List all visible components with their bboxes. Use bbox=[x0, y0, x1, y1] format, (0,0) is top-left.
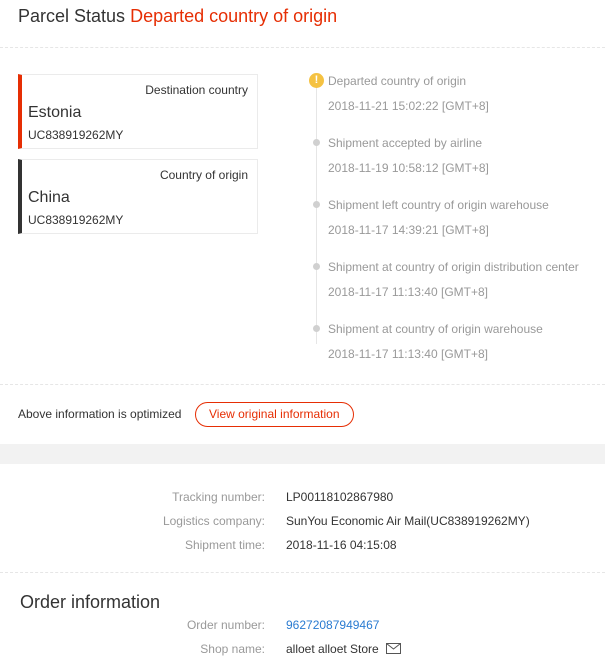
parcel-status-header: Parcel Status Departed country of origin bbox=[0, 0, 605, 48]
section-separator bbox=[0, 444, 605, 464]
timeline-event-title: Shipment left country of origin warehous… bbox=[328, 198, 549, 212]
timeline-event-title: Shipment at country of origin warehouse bbox=[328, 322, 543, 336]
logistics-company-value: SunYou Economic Air Mail(UC838919262MY) bbox=[286, 514, 530, 528]
destination-country-label: Destination country bbox=[145, 83, 248, 97]
destination-tracking-code: UC838919262MY bbox=[28, 128, 124, 142]
order-number-label: Order number: bbox=[186, 618, 265, 632]
timeline-event-title: Shipment accepted by airline bbox=[328, 136, 483, 150]
shop-name-group: alloet alloet Store bbox=[286, 642, 402, 657]
timeline-event-title: Shipment at country of origin distributi… bbox=[328, 260, 579, 274]
tracking-number-row: Tracking number: LP00118102867980 bbox=[0, 490, 605, 510]
shop-name-label: Shop name: bbox=[200, 642, 265, 656]
timeline-event-time: 2018-11-19 10:58:12 [GMT+8] bbox=[328, 161, 489, 175]
order-number-row: Order number: 96272087949467 bbox=[0, 618, 605, 638]
timeline-event: Shipment at country of origin distributi… bbox=[308, 256, 598, 306]
origin-country-label: Country of origin bbox=[159, 168, 248, 182]
parcel-status-text: Departed country of origin bbox=[130, 6, 338, 26]
optimized-info-bar: Above information is optimized View orig… bbox=[0, 384, 605, 444]
shipment-time-row: Shipment time: 2018-11-16 04:15:08 bbox=[0, 538, 605, 558]
timeline-event-title: Departed country of origin bbox=[328, 74, 467, 88]
shipment-time-label: Shipment time: bbox=[184, 538, 265, 552]
destination-country-name: Estonia bbox=[28, 104, 82, 121]
shop-name-value: alloet alloet Store bbox=[286, 642, 379, 656]
view-original-information-button[interactable]: View original information bbox=[195, 402, 354, 427]
tracking-number-value: LP00118102867980 bbox=[286, 490, 394, 504]
origin-country-name: China bbox=[28, 189, 70, 206]
timeline-event-time: 2018-11-17 11:13:40 [GMT+8] bbox=[328, 285, 488, 299]
section-divider bbox=[0, 572, 605, 573]
timeline-event-time: 2018-11-17 14:39:21 [GMT+8] bbox=[328, 223, 489, 237]
timeline-event: Shipment left country of origin warehous… bbox=[308, 194, 598, 244]
timeline-event: Shipment at country of origin warehouse … bbox=[308, 318, 598, 368]
order-information-title: Order information bbox=[20, 592, 161, 612]
timeline-event-time: 2018-11-21 15:02:22 [GMT+8] bbox=[328, 99, 489, 113]
optimized-info-text: Above information is optimized bbox=[18, 407, 182, 421]
origin-country-card: Country of origin China UC838919262MY bbox=[18, 159, 258, 234]
page-title-label: Parcel Status bbox=[18, 6, 126, 26]
timeline-event-time: 2018-11-17 11:13:40 [GMT+8] bbox=[328, 347, 488, 361]
order-number-link[interactable]: 96272087949467 bbox=[286, 618, 379, 632]
timeline-event: Shipment accepted by airline 2018-11-19 … bbox=[308, 132, 598, 182]
timeline-dot-icon bbox=[313, 201, 320, 208]
shop-name-row: Shop name: alloet alloet Store bbox=[0, 642, 605, 662]
tracking-number-label: Tracking number: bbox=[172, 490, 265, 504]
timeline-dot-icon bbox=[313, 263, 320, 270]
origin-tracking-code: UC838919262MY bbox=[28, 213, 124, 227]
timeline-dot-icon bbox=[313, 325, 320, 332]
mail-icon[interactable] bbox=[386, 642, 402, 657]
destination-country-card: Destination country Estonia UC838919262M… bbox=[18, 74, 258, 149]
logistics-company-label: Logistics company: bbox=[162, 514, 265, 528]
logistics-company-row: Logistics company: SunYou Economic Air M… bbox=[0, 514, 605, 534]
exclamation-icon: ! bbox=[309, 73, 324, 88]
shipment-time-value: 2018-11-16 04:15:08 bbox=[286, 538, 397, 552]
timeline-dot-icon bbox=[313, 139, 320, 146]
page-title: Parcel Status Departed country of origin bbox=[18, 5, 337, 27]
timeline-event: ! Departed country of origin 2018-11-21 … bbox=[308, 70, 598, 120]
